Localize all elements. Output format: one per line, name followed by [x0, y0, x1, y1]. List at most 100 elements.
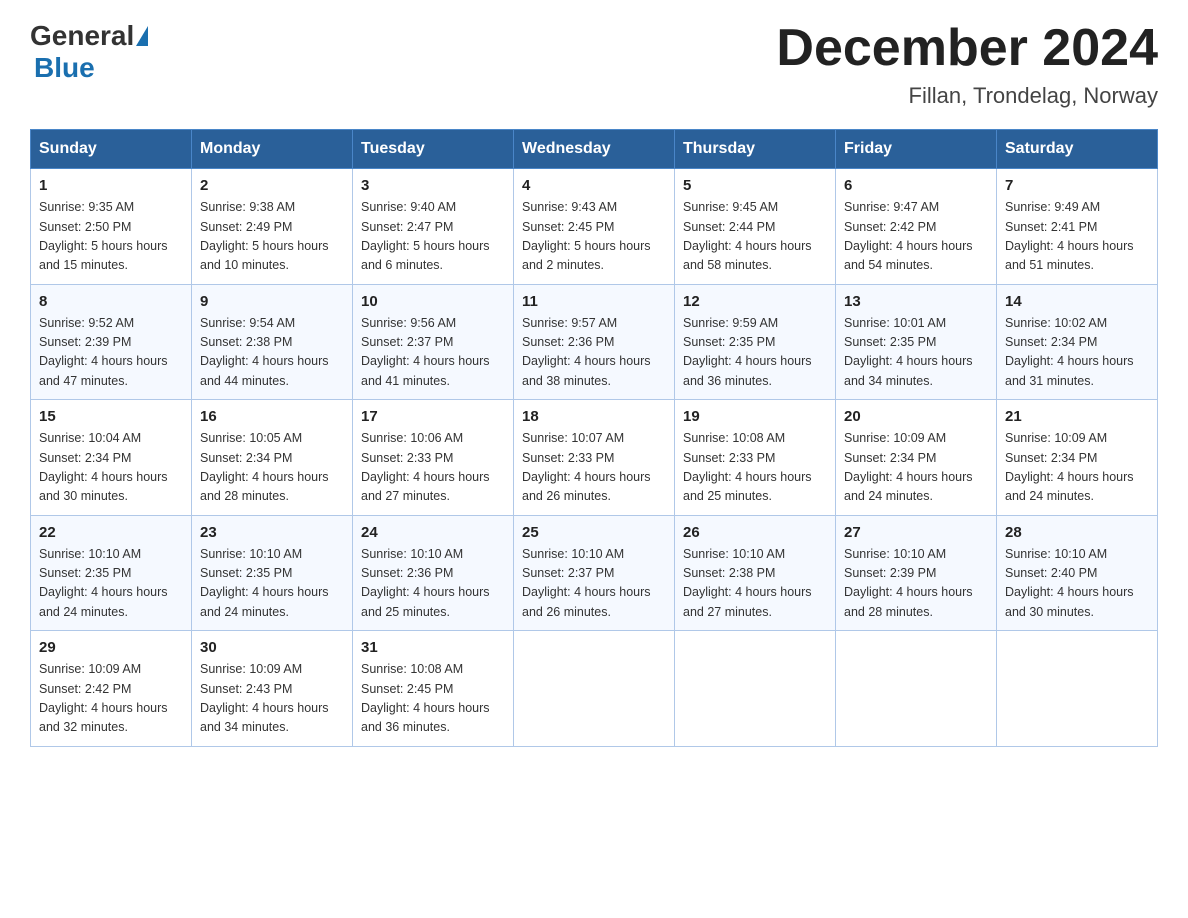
day-info: Sunrise: 10:02 AMSunset: 2:34 PMDaylight…	[1005, 314, 1149, 392]
calendar-day-cell: 29 Sunrise: 10:09 AMSunset: 2:42 PMDaylig…	[31, 631, 192, 747]
calendar-day-cell: 20Sunrise: 10:09 AMSunset: 2:34 PMDaylig…	[836, 400, 997, 516]
day-info: Sunrise: 10:07 AMSunset: 2:33 PMDaylight…	[522, 429, 666, 507]
day-info: Sunrise: 9:40 AMSunset: 2:47 PMDaylight:…	[361, 198, 505, 276]
day-number: 4	[522, 177, 666, 194]
calendar-week-2: 8Sunrise: 9:52 AMSunset: 2:39 PMDaylight…	[31, 284, 1158, 400]
logo-text: General	[30, 20, 148, 52]
calendar-day-cell: 5 Sunrise: 9:45 AMSunset: 2:44 PMDaylight…	[675, 169, 836, 285]
calendar-day-cell: 3Sunrise: 9:40 AMSunset: 2:47 PMDaylight…	[353, 169, 514, 285]
day-info: Sunrise: 10:10 AMSunset: 2:38 PMDaylight…	[683, 545, 827, 623]
calendar-day-cell: 2Sunrise: 9:38 AMSunset: 2:49 PMDaylight…	[192, 169, 353, 285]
calendar-day-cell: 22 Sunrise: 10:10 AMSunset: 2:35 PMDaylig…	[31, 515, 192, 631]
page-header: General Blue December 2024 Fillan, Trond…	[30, 20, 1158, 109]
day-number: 26	[683, 524, 827, 541]
day-info: Sunrise: 9:45 AMSunset: 2:44 PMDaylight:…	[683, 198, 827, 276]
day-info: Sunrise: 10:06 AMSunset: 2:33 PMDaylight…	[361, 429, 505, 507]
day-number: 23	[200, 524, 344, 541]
day-info: Sunrise: 9:49 AMSunset: 2:41 PMDaylight:…	[1005, 198, 1149, 276]
calendar-day-cell: 14Sunrise: 10:02 AMSunset: 2:34 PMDaylig…	[997, 284, 1158, 400]
calendar-week-5: 29 Sunrise: 10:09 AMSunset: 2:42 PMDaylig…	[31, 631, 1158, 747]
col-friday: Friday	[836, 130, 997, 169]
calendar-day-cell: 16 Sunrise: 10:05 AMSunset: 2:34 PMDaylig…	[192, 400, 353, 516]
calendar-day-cell: 12 Sunrise: 9:59 AMSunset: 2:35 PMDayligh…	[675, 284, 836, 400]
calendar-day-cell: 13 Sunrise: 10:01 AMSunset: 2:35 PMDaylig…	[836, 284, 997, 400]
day-number: 25	[522, 524, 666, 541]
day-info: Sunrise: 10:09 AMSunset: 2:34 PMDaylight…	[1005, 429, 1149, 507]
calendar-day-cell	[997, 631, 1158, 747]
title-section: December 2024 Fillan, Trondelag, Norway	[776, 20, 1158, 109]
calendar-day-cell: 15Sunrise: 10:04 AMSunset: 2:34 PMDaylig…	[31, 400, 192, 516]
day-number: 22	[39, 524, 183, 541]
calendar-week-4: 22 Sunrise: 10:10 AMSunset: 2:35 PMDaylig…	[31, 515, 1158, 631]
day-info: Sunrise: 9:47 AMSunset: 2:42 PMDaylight:…	[844, 198, 988, 276]
day-info: Sunrise: 10:08 AMSunset: 2:33 PMDaylight…	[683, 429, 827, 507]
calendar-day-cell	[514, 631, 675, 747]
day-info: Sunrise: 10:01 AMSunset: 2:35 PMDaylight…	[844, 314, 988, 392]
day-info: Sunrise: 10:09 AMSunset: 2:42 PMDaylight…	[39, 660, 183, 738]
day-number: 28	[1005, 524, 1149, 541]
day-number: 13	[844, 293, 988, 310]
day-number: 1	[39, 177, 183, 194]
day-info: Sunrise: 10:10 AMSunset: 2:37 PMDaylight…	[522, 545, 666, 623]
calendar-day-cell: 1 Sunrise: 9:35 AMSunset: 2:50 PMDaylight…	[31, 169, 192, 285]
day-info: Sunrise: 9:56 AMSunset: 2:37 PMDaylight:…	[361, 314, 505, 392]
col-saturday: Saturday	[997, 130, 1158, 169]
day-info: Sunrise: 10:10 AMSunset: 2:35 PMDaylight…	[200, 545, 344, 623]
day-info: Sunrise: 10:10 AMSunset: 2:36 PMDaylight…	[361, 545, 505, 623]
day-info: Sunrise: 10:10 AMSunset: 2:35 PMDaylight…	[39, 545, 183, 623]
day-number: 29	[39, 639, 183, 656]
calendar-day-cell: 17Sunrise: 10:06 AMSunset: 2:33 PMDaylig…	[353, 400, 514, 516]
calendar-header-row: Sunday Monday Tuesday Wednesday Thursday…	[31, 130, 1158, 169]
calendar-week-1: 1 Sunrise: 9:35 AMSunset: 2:50 PMDaylight…	[31, 169, 1158, 285]
calendar-day-cell: 8Sunrise: 9:52 AMSunset: 2:39 PMDaylight…	[31, 284, 192, 400]
calendar-day-cell: 24 Sunrise: 10:10 AMSunset: 2:36 PMDaylig…	[353, 515, 514, 631]
calendar-day-cell: 11 Sunrise: 9:57 AMSunset: 2:36 PMDayligh…	[514, 284, 675, 400]
day-number: 21	[1005, 408, 1149, 425]
day-number: 11	[522, 293, 666, 310]
calendar-day-cell: 30 Sunrise: 10:09 AMSunset: 2:43 PMDaylig…	[192, 631, 353, 747]
day-info: Sunrise: 10:09 AMSunset: 2:43 PMDaylight…	[200, 660, 344, 738]
location: Fillan, Trondelag, Norway	[776, 83, 1158, 109]
day-number: 20	[844, 408, 988, 425]
col-tuesday: Tuesday	[353, 130, 514, 169]
calendar-day-cell: 6 Sunrise: 9:47 AMSunset: 2:42 PMDaylight…	[836, 169, 997, 285]
day-info: Sunrise: 10:04 AMSunset: 2:34 PMDaylight…	[39, 429, 183, 507]
day-info: Sunrise: 9:59 AMSunset: 2:35 PMDaylight:…	[683, 314, 827, 392]
day-number: 2	[200, 177, 344, 194]
day-number: 12	[683, 293, 827, 310]
calendar-day-cell: 26 Sunrise: 10:10 AMSunset: 2:38 PMDaylig…	[675, 515, 836, 631]
day-number: 30	[200, 639, 344, 656]
day-info: Sunrise: 9:35 AMSunset: 2:50 PMDaylight:…	[39, 198, 183, 276]
calendar-day-cell: 28 Sunrise: 10:10 AMSunset: 2:40 PMDaylig…	[997, 515, 1158, 631]
calendar-day-cell: 21 Sunrise: 10:09 AMSunset: 2:34 PMDaylig…	[997, 400, 1158, 516]
day-info: Sunrise: 10:05 AMSunset: 2:34 PMDaylight…	[200, 429, 344, 507]
calendar-day-cell: 31 Sunrise: 10:08 AMSunset: 2:45 PMDaylig…	[353, 631, 514, 747]
day-info: Sunrise: 10:10 AMSunset: 2:40 PMDaylight…	[1005, 545, 1149, 623]
calendar-day-cell: 10Sunrise: 9:56 AMSunset: 2:37 PMDayligh…	[353, 284, 514, 400]
calendar-day-cell	[836, 631, 997, 747]
day-number: 7	[1005, 177, 1149, 194]
day-number: 31	[361, 639, 505, 656]
day-number: 6	[844, 177, 988, 194]
calendar-day-cell: 7 Sunrise: 9:49 AMSunset: 2:41 PMDaylight…	[997, 169, 1158, 285]
logo: General Blue	[30, 20, 148, 84]
calendar-day-cell: 19 Sunrise: 10:08 AMSunset: 2:33 PMDaylig…	[675, 400, 836, 516]
day-number: 16	[200, 408, 344, 425]
day-info: Sunrise: 10:08 AMSunset: 2:45 PMDaylight…	[361, 660, 505, 738]
calendar-day-cell: 9Sunrise: 9:54 AMSunset: 2:38 PMDaylight…	[192, 284, 353, 400]
day-info: Sunrise: 9:57 AMSunset: 2:36 PMDaylight:…	[522, 314, 666, 392]
col-monday: Monday	[192, 130, 353, 169]
calendar-day-cell: 4Sunrise: 9:43 AMSunset: 2:45 PMDaylight…	[514, 169, 675, 285]
day-number: 19	[683, 408, 827, 425]
calendar-day-cell: 23 Sunrise: 10:10 AMSunset: 2:35 PMDaylig…	[192, 515, 353, 631]
day-number: 5	[683, 177, 827, 194]
day-number: 27	[844, 524, 988, 541]
logo-triangle-icon	[136, 26, 148, 46]
day-info: Sunrise: 10:10 AMSunset: 2:39 PMDaylight…	[844, 545, 988, 623]
logo-general: General	[30, 20, 134, 52]
day-number: 24	[361, 524, 505, 541]
col-sunday: Sunday	[31, 130, 192, 169]
day-number: 18	[522, 408, 666, 425]
day-info: Sunrise: 9:52 AMSunset: 2:39 PMDaylight:…	[39, 314, 183, 392]
col-wednesday: Wednesday	[514, 130, 675, 169]
